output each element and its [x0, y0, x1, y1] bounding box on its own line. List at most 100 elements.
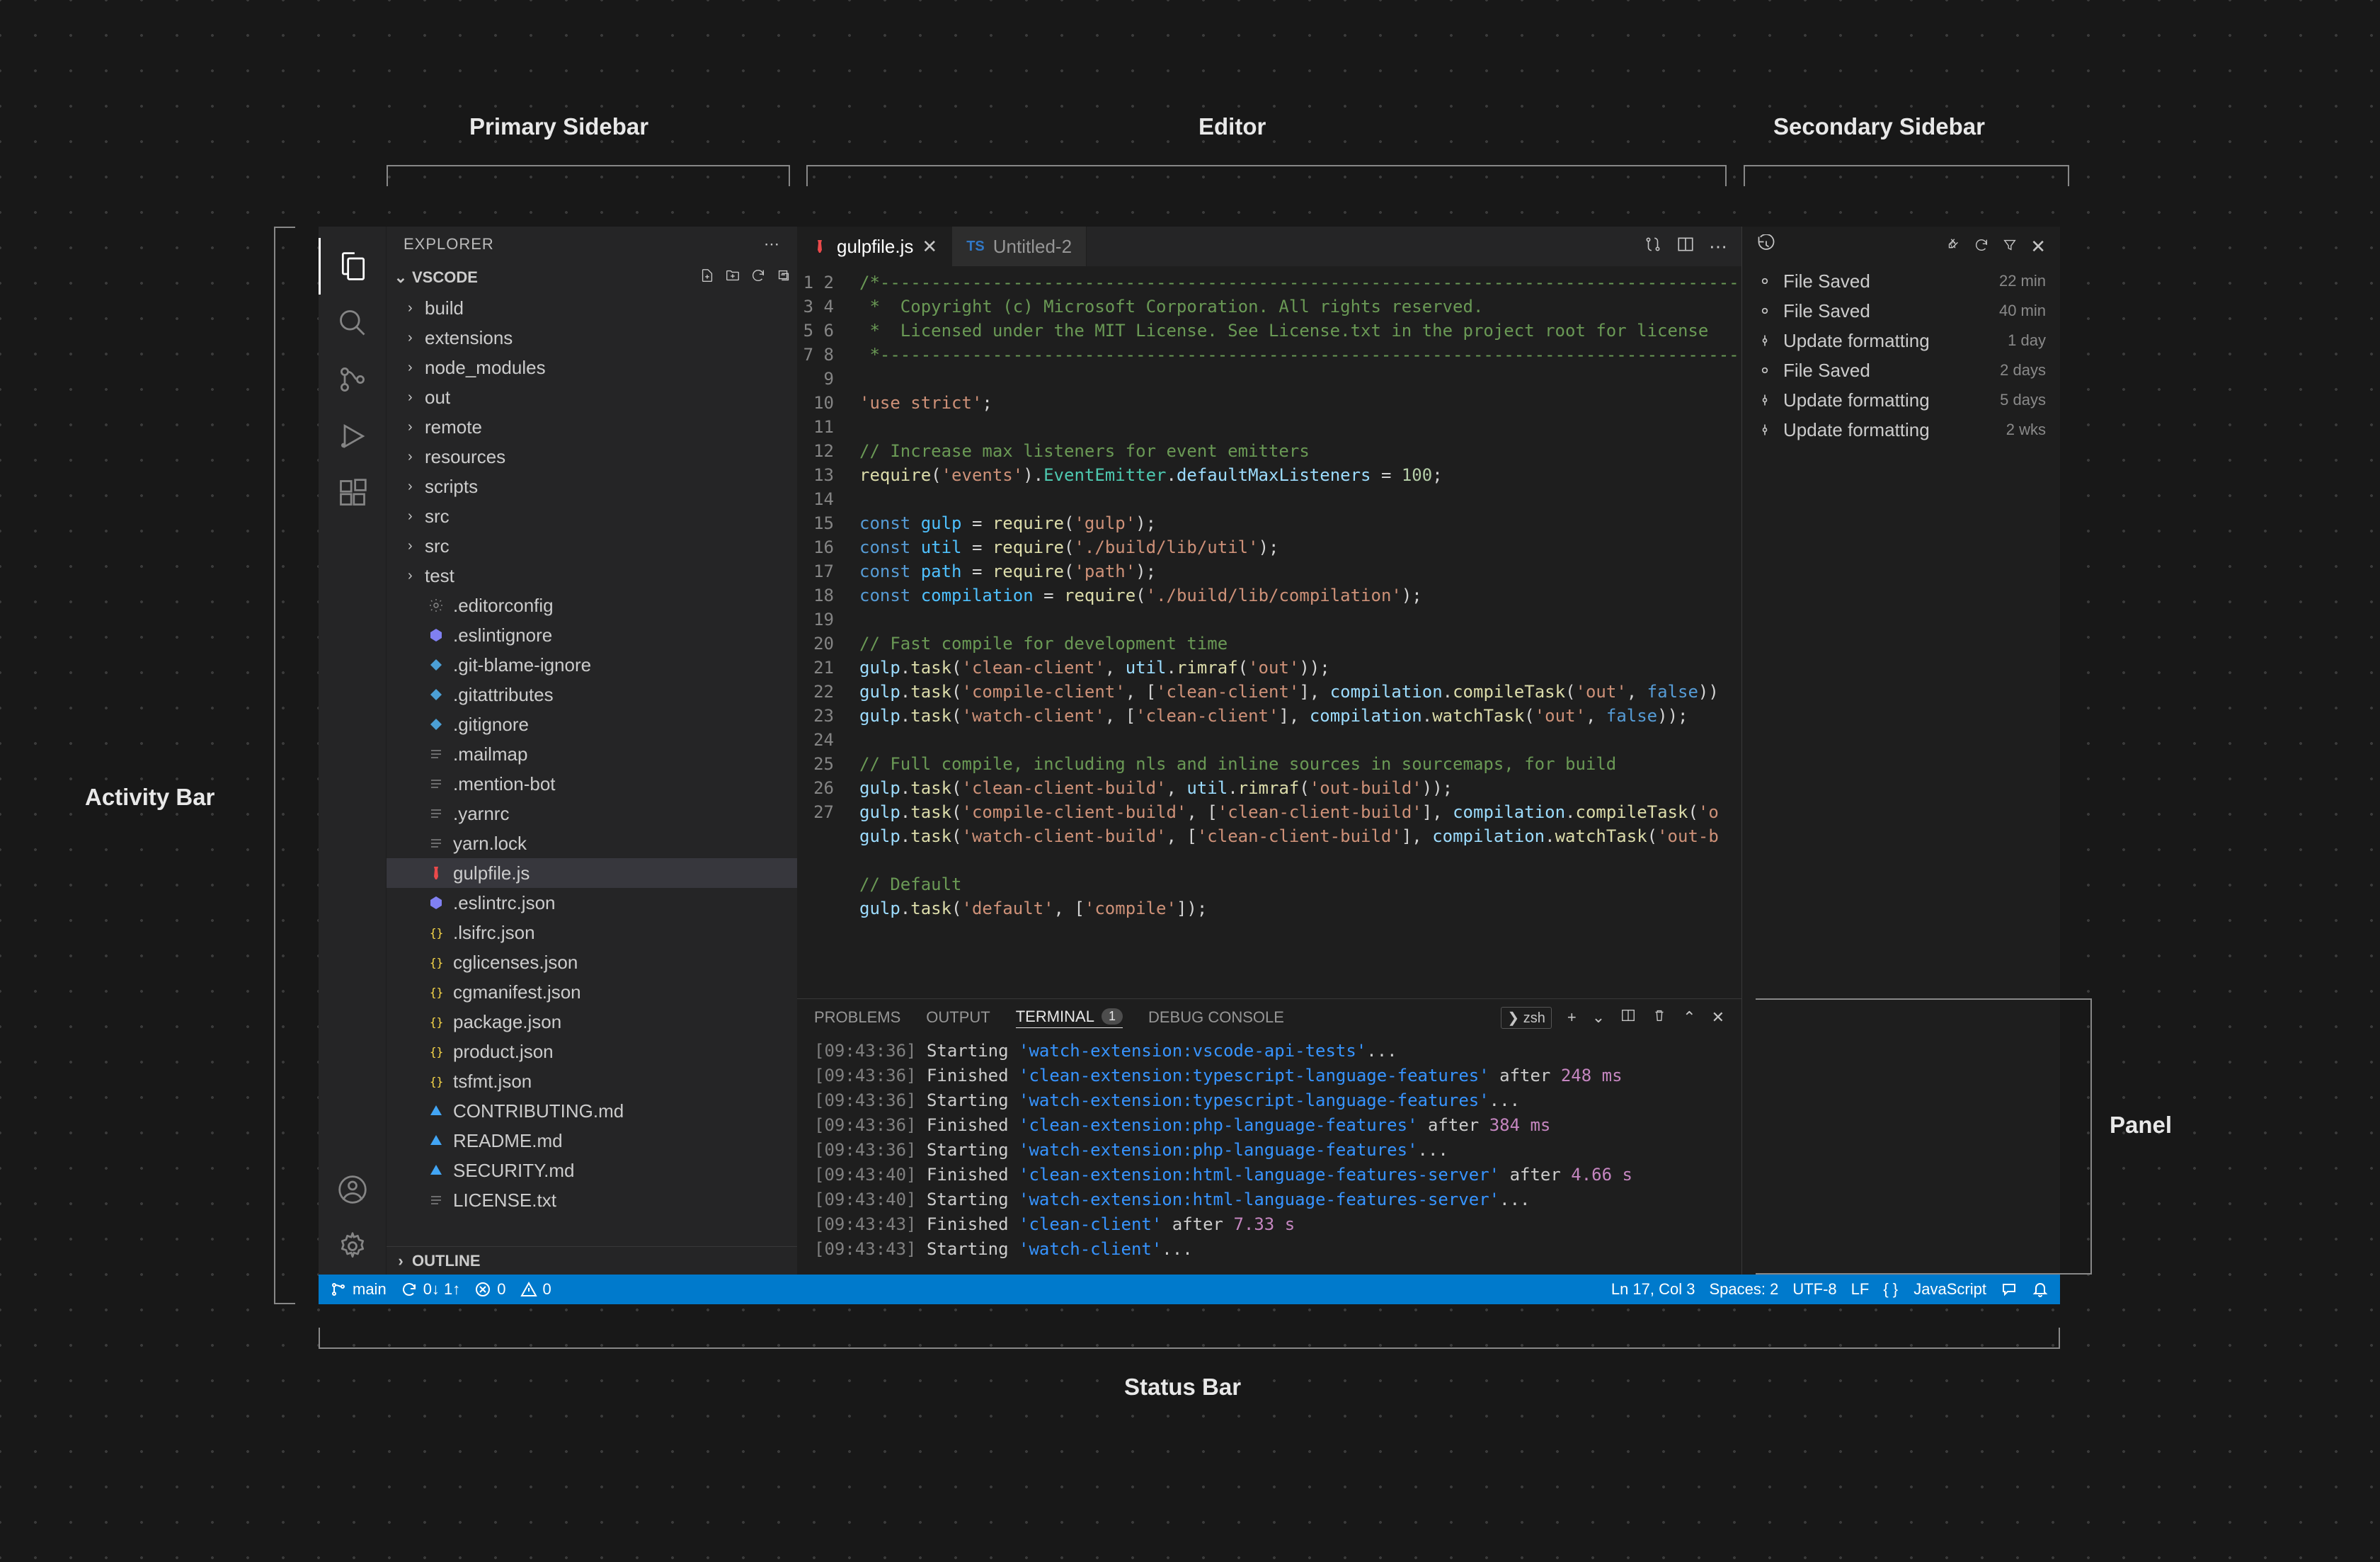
tree-item-src[interactable]: ›src — [387, 531, 797, 561]
cursor-position[interactable]: Ln 17, Col 3 — [1611, 1280, 1695, 1299]
json-icon: {} — [425, 981, 447, 1003]
svg-text:{}: {} — [430, 1075, 443, 1088]
json-icon: {} — [425, 921, 447, 944]
tree-item-resources[interactable]: ›resources — [387, 442, 797, 472]
tree-item-license-txt[interactable]: LICENSE.txt — [387, 1185, 797, 1215]
explorer-icon[interactable] — [319, 238, 387, 295]
tree-item-contributing-md[interactable]: CONTRIBUTING.md — [387, 1096, 797, 1126]
bracket-secondary-sidebar — [1744, 165, 2069, 186]
tree-item-test[interactable]: ›test — [387, 561, 797, 591]
editor-content[interactable]: /*--------------------------------------… — [847, 266, 1741, 998]
tree-item-package-json[interactable]: {}package.json — [387, 1007, 797, 1037]
bracket-activity-bar — [274, 227, 295, 1304]
file-name: .mention-bot — [453, 773, 556, 795]
tree-item-build[interactable]: ›build — [387, 293, 797, 323]
tree-item-gulpfile-js[interactable]: gulpfile.js — [387, 858, 797, 888]
tree-item--mention-bot[interactable]: .mention-bot — [387, 769, 797, 799]
timeline-label: Update formatting — [1783, 419, 1930, 441]
split-editor-icon[interactable] — [1676, 235, 1695, 258]
tree-item-readme-md[interactable]: README.md — [387, 1126, 797, 1156]
more-actions-icon[interactable]: ⋯ — [1709, 236, 1727, 258]
feedback-icon[interactable] — [2001, 1281, 2018, 1298]
tree-item-remote[interactable]: ›remote — [387, 412, 797, 442]
close-icon[interactable]: ✕ — [922, 236, 937, 258]
panel-tab-terminal[interactable]: TERMINAL 1 — [1016, 1008, 1123, 1028]
sync-indicator[interactable]: 0↓ 1↑ — [401, 1280, 461, 1299]
tree-item-extensions[interactable]: ›extensions — [387, 323, 797, 353]
timeline-item[interactable]: Update formatting2 wks — [1742, 415, 2060, 445]
filter-icon[interactable] — [2002, 236, 2018, 258]
tree-item--yarnrc[interactable]: .yarnrc — [387, 799, 797, 828]
code-editor[interactable]: 1 2 3 4 5 6 7 8 9 10 11 12 13 14 15 16 1… — [797, 266, 1741, 998]
sidebar-more-icon[interactable]: ⋯ — [764, 235, 780, 253]
tree-item--mailmap[interactable]: .mailmap — [387, 739, 797, 769]
compare-changes-icon[interactable] — [1644, 235, 1662, 258]
new-folder-icon[interactable] — [725, 268, 740, 287]
tree-item-tsfmt-json[interactable]: {}tsfmt.json — [387, 1066, 797, 1096]
tree-item-cglicenses-json[interactable]: {}cglicenses.json — [387, 947, 797, 977]
tree-item-scripts[interactable]: ›scripts — [387, 472, 797, 501]
errors-indicator[interactable]: 0 — [474, 1280, 505, 1299]
tree-item-node-modules[interactable]: ›node_modules — [387, 353, 797, 382]
run-debug-icon[interactable] — [319, 408, 387, 464]
maximize-panel-icon[interactable]: ⌃ — [1683, 1008, 1695, 1027]
collapse-all-icon[interactable] — [776, 268, 791, 287]
notifications-icon[interactable] — [2032, 1281, 2049, 1298]
tree-item--lsifrc-json[interactable]: {}.lsifrc.json — [387, 918, 797, 947]
indentation-status[interactable]: Spaces: 2 — [1709, 1280, 1778, 1299]
tree-item-product-json[interactable]: {}product.json — [387, 1037, 797, 1066]
terminal-shell-label[interactable]: ❯ zsh — [1501, 1007, 1551, 1029]
tree-item--eslintrc-json[interactable]: .eslintrc.json — [387, 888, 797, 918]
annotation-secondary-sidebar: Secondary Sidebar — [1773, 113, 1985, 140]
encoding-status[interactable]: UTF-8 — [1792, 1280, 1836, 1299]
json-icon: {} — [425, 951, 447, 974]
tree-item-src[interactable]: ›src — [387, 501, 797, 531]
pin-icon[interactable] — [1945, 236, 1961, 258]
terminal-output[interactable]: [09:43:36] Starting 'watch-extension:vsc… — [797, 1036, 1741, 1275]
lines-icon — [425, 1189, 447, 1212]
tab-label: gulpfile.js — [837, 236, 913, 258]
settings-gear-icon[interactable] — [319, 1218, 387, 1275]
new-terminal-icon[interactable]: + — [1567, 1008, 1577, 1027]
language-status[interactable]: { } JavaScript — [1883, 1280, 1986, 1299]
timeline-item[interactable]: Update formatting1 day — [1742, 326, 2060, 355]
extensions-icon[interactable] — [319, 464, 387, 521]
close-panel-icon[interactable]: ✕ — [1712, 1008, 1724, 1027]
tree-item--git-blame-ignore[interactable]: .git-blame-ignore — [387, 650, 797, 680]
annotation-primary-sidebar: Primary Sidebar — [469, 113, 648, 140]
eol-status[interactable]: LF — [1851, 1280, 1870, 1299]
timeline-item[interactable]: Update formatting5 days — [1742, 385, 2060, 415]
tree-item-cgmanifest-json[interactable]: {}cgmanifest.json — [387, 977, 797, 1007]
tree-item--editorconfig[interactable]: .editorconfig — [387, 591, 797, 620]
account-icon[interactable] — [319, 1161, 387, 1218]
refresh-icon[interactable] — [750, 268, 766, 287]
timeline-item[interactable]: File Saved2 days — [1742, 355, 2060, 385]
split-terminal-icon[interactable] — [1620, 1008, 1636, 1027]
refresh-timeline-icon[interactable] — [1974, 236, 1989, 258]
close-secondary-icon[interactable]: ✕ — [2030, 236, 2046, 258]
timeline-item[interactable]: File Saved22 min — [1742, 266, 2060, 296]
branch-indicator[interactable]: main — [330, 1280, 387, 1299]
kill-terminal-icon[interactable] — [1652, 1008, 1667, 1027]
tree-item--gitignore[interactable]: .gitignore — [387, 709, 797, 739]
tree-item-yarn-lock[interactable]: yarn.lock — [387, 828, 797, 858]
tree-item-security-md[interactable]: SECURITY.md — [387, 1156, 797, 1185]
panel-tab-output[interactable]: OUTPUT — [926, 1008, 990, 1027]
new-file-icon[interactable] — [699, 268, 715, 287]
file-name: .editorconfig — [453, 595, 554, 617]
tab-bar: gulpfile.js ✕ TS Untitled-2 ⋯ — [797, 227, 1741, 266]
panel-tab-debug[interactable]: DEBUG CONSOLE — [1148, 1008, 1284, 1027]
warnings-indicator[interactable]: 0 — [520, 1280, 551, 1299]
tab-gulpfile[interactable]: gulpfile.js ✕ — [797, 227, 952, 266]
source-control-icon[interactable] — [319, 351, 387, 408]
panel-tab-problems[interactable]: PROBLEMS — [814, 1008, 900, 1027]
search-icon[interactable] — [319, 295, 387, 351]
tree-item--gitattributes[interactable]: .gitattributes — [387, 680, 797, 709]
timeline-item[interactable]: File Saved40 min — [1742, 296, 2060, 326]
tab-untitled[interactable]: TS Untitled-2 — [952, 227, 1087, 266]
tree-item-out[interactable]: ›out — [387, 382, 797, 412]
tree-item--eslintignore[interactable]: .eslintignore — [387, 620, 797, 650]
tree-section-header[interactable]: ⌄ VSCODE — [387, 262, 797, 293]
outline-header[interactable]: › OUTLINE — [387, 1246, 797, 1275]
terminal-dropdown-icon[interactable]: ⌄ — [1592, 1008, 1605, 1027]
